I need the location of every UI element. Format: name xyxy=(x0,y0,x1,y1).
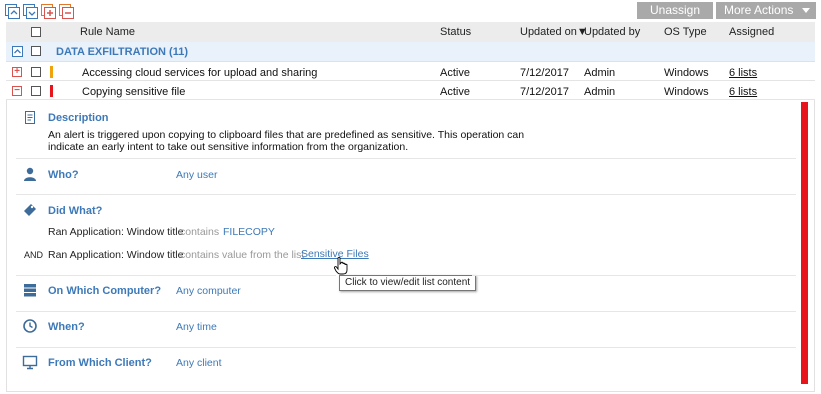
remove-rule-icon[interactable] xyxy=(59,4,74,19)
server-icon xyxy=(24,284,36,297)
condition-label: Ran Application: Window title xyxy=(48,249,184,261)
section-divider xyxy=(16,194,796,195)
condition-and-prefix: AND xyxy=(24,250,44,260)
user-icon xyxy=(24,167,36,181)
row-checkbox[interactable] xyxy=(31,86,41,96)
section-divider xyxy=(16,311,796,312)
column-updated-on-label: Updated on xyxy=(520,26,577,38)
add-rule-icon[interactable] xyxy=(41,4,56,19)
severity-indicator xyxy=(50,66,53,78)
activity-icon xyxy=(24,204,36,216)
severity-strip xyxy=(801,102,808,384)
hand-cursor-icon xyxy=(334,257,348,275)
rule-assigned-link[interactable]: 6 lists xyxy=(729,86,757,98)
select-all-checkbox[interactable] xyxy=(31,27,41,37)
collapse-row-icon[interactable]: − xyxy=(12,86,22,96)
rule-updated-by: Admin xyxy=(584,86,616,98)
column-status[interactable]: Status xyxy=(440,26,471,38)
rule-name[interactable]: Accessing cloud services for upload and … xyxy=(82,67,317,79)
more-actions-button[interactable]: More Actions xyxy=(716,2,816,19)
section-divider xyxy=(472,275,796,276)
condition-operator: contains value from the list xyxy=(180,249,305,261)
computer-title: On Which Computer? xyxy=(48,285,162,297)
client-title: From Which Client? xyxy=(48,357,152,369)
who-value[interactable]: Any user xyxy=(176,169,217,181)
section-divider xyxy=(16,347,796,348)
collapse-all-icon[interactable] xyxy=(5,4,20,19)
unassign-label: Unassign xyxy=(649,3,701,17)
rule-status: Active xyxy=(440,86,470,98)
monitor-icon xyxy=(22,355,38,370)
rule-updated-by: Admin xyxy=(584,67,616,79)
collapse-group-icon[interactable] xyxy=(12,46,23,57)
did-what-title: Did What? xyxy=(48,205,103,217)
column-updated-on[interactable]: Updated on▼ xyxy=(520,26,588,38)
client-value[interactable]: Any client xyxy=(176,357,222,369)
document-icon xyxy=(25,111,35,124)
more-actions-label: More Actions xyxy=(724,3,794,17)
condition-value[interactable]: FILECOPY xyxy=(223,226,275,238)
rule-os-type: Windows xyxy=(664,86,709,98)
computer-value[interactable]: Any computer xyxy=(176,285,241,297)
rule-updated-on: 7/12/2017 xyxy=(520,67,569,79)
severity-indicator xyxy=(50,85,53,97)
column-os-type[interactable]: OS Type xyxy=(664,26,707,38)
section-divider xyxy=(16,275,336,276)
rule-updated-on: 7/12/2017 xyxy=(520,86,569,98)
group-title[interactable]: DATA EXFILTRATION (11) xyxy=(56,46,188,58)
condition-label: Ran Application: Window title xyxy=(48,226,184,238)
unassign-button[interactable]: Unassign xyxy=(637,2,713,19)
rule-assigned-link[interactable]: 6 lists xyxy=(729,67,757,79)
expand-row-icon[interactable]: + xyxy=(12,67,22,77)
row-checkbox[interactable] xyxy=(31,67,41,77)
when-value[interactable]: Any time xyxy=(176,321,217,333)
rule-status: Active xyxy=(440,67,470,79)
group-checkbox[interactable] xyxy=(31,46,41,56)
column-rule-name[interactable]: Rule Name xyxy=(80,26,135,38)
column-updated-by[interactable]: Updated by xyxy=(584,26,640,38)
description-title: Description xyxy=(48,112,109,124)
description-text: An alert is triggered upon copying to cl… xyxy=(48,129,525,153)
rule-name[interactable]: Copying sensitive file xyxy=(82,86,185,98)
tooltip: Click to view/edit list content xyxy=(339,275,477,291)
who-title: Who? xyxy=(48,169,79,181)
when-title: When? xyxy=(48,321,85,333)
column-assigned[interactable]: Assigned xyxy=(729,26,774,38)
expand-all-icon[interactable] xyxy=(23,4,38,19)
section-divider xyxy=(16,158,796,159)
clock-icon xyxy=(23,319,37,333)
rule-os-type: Windows xyxy=(664,67,709,79)
caret-down-icon xyxy=(802,8,810,13)
condition-operator: contains xyxy=(180,226,220,238)
